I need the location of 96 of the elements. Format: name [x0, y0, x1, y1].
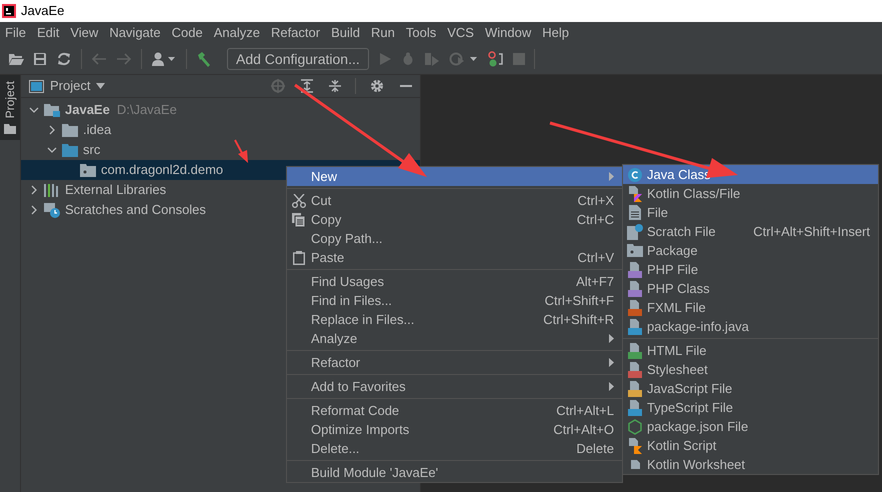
panel-window-icon — [29, 80, 44, 92]
package-folder-icon — [80, 164, 96, 176]
document-icon — [629, 205, 641, 220]
submenu-arrow-icon — [609, 334, 614, 343]
menu-item[interactable]: Paste Ctrl+V — [287, 248, 622, 267]
folder-icon — [4, 124, 16, 134]
collapse-all-icon[interactable] — [329, 79, 341, 93]
menu-item[interactable]: Find in Files... Ctrl+Shift+F — [287, 291, 622, 310]
document-clock-icon — [627, 224, 643, 240]
menu-item[interactable]: Kotlin Worksheet — [623, 455, 878, 474]
submenu-arrow-icon — [609, 382, 614, 391]
package-folder-icon — [627, 244, 643, 257]
sync-icon[interactable] — [56, 52, 72, 66]
chevron-right-icon[interactable] — [49, 125, 55, 135]
folder-icon — [62, 124, 78, 136]
menu-item[interactable]: New — [287, 167, 622, 186]
class-circle-icon — [628, 168, 642, 182]
menu-item[interactable]: Package — [623, 241, 878, 260]
annotation-arrow — [234, 140, 248, 163]
save-icon[interactable] — [33, 52, 47, 66]
menu-item[interactable]: Copy Ctrl+C — [287, 210, 622, 229]
menu-item[interactable]: VCS — [447, 22, 474, 42]
menu-item[interactable]: Optimize Imports Ctrl+Alt+O — [287, 420, 622, 439]
menu-item[interactable]: File — [623, 203, 878, 222]
menu-item[interactable]: Navigate — [109, 22, 161, 42]
menu-item[interactable]: PHP File — [623, 260, 878, 279]
menu-item[interactable]: FXML File — [623, 298, 878, 317]
java-file-icon — [627, 318, 643, 334]
dropdown-caret-icon[interactable] — [96, 83, 106, 89]
hammer-icon[interactable] — [196, 50, 212, 66]
menu-item[interactable]: Tools — [406, 22, 436, 42]
menu-item[interactable]: PHP Class — [623, 279, 878, 298]
menu-item[interactable]: Analyze — [214, 22, 260, 42]
menu-item[interactable]: Kotlin Script — [623, 436, 878, 455]
menu-item[interactable]: Refactor — [287, 353, 622, 372]
settings-icon[interactable] — [370, 79, 384, 93]
menu-item[interactable]: Replace in Files... Ctrl+Shift+R — [287, 310, 622, 329]
fxml-file-icon — [627, 300, 643, 316]
attach-debugger-icon[interactable] — [488, 50, 504, 66]
menu-item[interactable]: Build Module 'JavaEe' — [287, 463, 622, 482]
module-folder-icon — [44, 103, 60, 117]
document-icon — [630, 460, 640, 469]
menu-item[interactable]: Cut Ctrl+X — [287, 191, 622, 210]
menu-item[interactable]: Edit — [36, 22, 60, 42]
panel-title[interactable]: Project — [50, 76, 90, 96]
expand-all-icon[interactable] — [301, 79, 313, 93]
menu-item[interactable]: Window — [484, 22, 532, 42]
menu-item[interactable]: Delete... Delete — [287, 439, 622, 458]
menu-item[interactable]: Refactor — [270, 22, 320, 42]
hexagon-icon — [628, 418, 642, 434]
ts-file-icon — [627, 400, 643, 416]
menu-item[interactable]: package.json File — [623, 417, 878, 436]
menu-item[interactable]: View — [70, 22, 98, 42]
submenu-arrow-icon — [609, 172, 614, 181]
open-folder-icon[interactable] — [8, 52, 24, 66]
source-folder-icon — [62, 144, 78, 156]
chevron-down-icon[interactable] — [29, 107, 39, 113]
libraries-bars-icon — [44, 183, 60, 197]
menu-item[interactable]: Reformat Code Ctrl+Alt+L — [287, 401, 622, 420]
menu-item[interactable]: Add to Favorites — [287, 377, 622, 396]
menu-item[interactable]: Help — [542, 22, 569, 42]
menu-item[interactable]: Kotlin Class/File — [623, 184, 878, 203]
php-file-icon — [627, 280, 643, 296]
menu-item[interactable]: TypeScript File — [623, 398, 878, 417]
clipboard-icon — [293, 250, 305, 264]
window-title: JavaEe — [21, 2, 64, 20]
menu-item[interactable]: Code — [172, 22, 203, 42]
menu-item[interactable]: JavaScript File — [623, 379, 878, 398]
add-configuration-button[interactable]: Add Configuration... — [227, 48, 369, 70]
kotlin-file-icon — [627, 186, 643, 202]
js-file-icon — [627, 380, 643, 396]
menu-item[interactable]: Build — [331, 22, 360, 42]
menu-item[interactable]: Find Usages Alt+F7 — [287, 272, 622, 291]
menu-item[interactable]: Copy Path... — [287, 229, 622, 248]
php-file-icon — [627, 262, 643, 278]
chevron-down-icon[interactable] — [47, 147, 57, 153]
css-file-icon — [627, 362, 643, 378]
scissors-icon — [292, 194, 306, 208]
tree-row[interactable]: src — [21, 140, 420, 160]
menu-item[interactable]: Analyze — [287, 329, 622, 348]
html-file-icon — [627, 342, 643, 358]
kotlin-file-icon — [627, 438, 643, 454]
menu-item[interactable]: Stylesheet — [623, 360, 878, 379]
copy-pages-icon — [292, 212, 306, 226]
tool-window-tab[interactable]: Project — [0, 75, 20, 140]
menu-item[interactable]: Run — [371, 22, 395, 42]
submenu-arrow-icon — [609, 358, 614, 367]
menu-item[interactable]: File — [5, 22, 26, 42]
menu-item[interactable]: Scratch File Ctrl+Alt+Shift+Insert — [623, 222, 878, 241]
user-dropdown-icon[interactable] — [151, 52, 177, 66]
tree-row[interactable]: JavaEe D:\JavaEe — [21, 100, 420, 120]
menu-item[interactable]: HTML File — [623, 341, 878, 360]
profiler-dropdown-icon[interactable] — [448, 52, 479, 66]
tree-row[interactable]: .idea — [21, 120, 420, 140]
scratches-clock-icon — [44, 202, 60, 218]
menu-item[interactable]: package-info.java — [623, 317, 878, 336]
